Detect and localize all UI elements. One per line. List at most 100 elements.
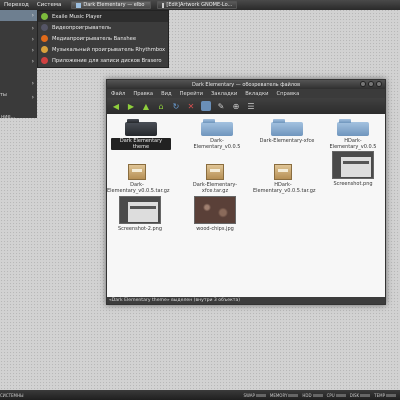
monitor-hdd: HDD [302,393,323,398]
image-thumbnail [332,151,374,179]
folder-icon [76,2,82,8]
task-label: Dark Elementary — elbo [83,2,145,8]
video-player-icon [41,24,48,31]
menu-category[interactable]: › [0,23,37,34]
document-icon [162,2,165,8]
menubar: Файл Правка Вид Перейти Закладки Вкладки… [107,89,385,98]
applications-menu: › › › › › › › ты ние... [0,10,37,120]
menu-item-label: Видеопроигрыватель [52,24,112,31]
menu-item-label: Exaile Music Player [52,13,102,20]
file-item[interactable]: Dark-Elementary_v0.0.5.tar.gz [107,164,170,194]
menu-item-rhythmbox[interactable]: Музыкальный проигрыватель Rhythmbox [38,44,168,55]
menu-bookmarks[interactable]: Закладки [207,91,241,97]
menu-item-video-player[interactable]: Видеопроигрыватель [38,22,168,33]
file-label: Dark-Elementary_v0.0.5 [193,138,241,150]
task-label: [Edit]Artwork GNOME-Lo... [166,2,233,8]
file-label: HDark-Elementary_v0.0.5 [329,138,377,150]
file-item[interactable]: Screenshot.png [323,151,383,187]
monitor-cpu: CPU [327,393,346,398]
rhythmbox-icon [41,46,48,53]
folder-icon [271,119,303,136]
toolbar: ◀ ▶ ▲ ⌂ ↻ ✕ ✎ ⊕ ☰ [107,98,385,114]
menu-navigate[interactable]: Переход [0,2,33,8]
monitor-temp: TEMP [374,393,396,398]
file-item[interactable]: HDark-Elementary_v0.0.5 [323,119,383,150]
computer-icon[interactable] [201,101,211,111]
list-view-icon[interactable]: ☰ [246,101,256,111]
menu-item-label: Медиапроигрыватель Banshee [52,35,137,42]
menu-tabs[interactable]: Вкладки [241,91,272,97]
archive-icon [274,164,292,180]
file-item[interactable]: Dark-Elementary-xfce.tar.gz [185,164,245,194]
bottom-panel: СИСТЕМНЫ SWAP MEMORY HDD CPU DISK TEMP [0,390,400,400]
folder-icon [201,119,233,136]
image-thumbnail [119,196,161,224]
top-panel: Переход Система Dark Elementary — elbo [… [0,0,400,10]
file-label: Dark-Elementary-xfce [259,138,315,144]
menu-label: ты [0,92,7,98]
file-item[interactable]: Dark Elementary theme [111,119,171,150]
file-item[interactable]: wood-chips.jpg [185,196,245,232]
menu-system[interactable]: Система [33,2,66,8]
menu-file[interactable]: Файл [107,91,129,97]
menu-category[interactable]: › [0,78,37,89]
monitor-memory: MEMORY [270,393,299,398]
file-label: Screenshot.png [333,181,373,187]
minimize-icon[interactable] [360,81,366,87]
file-label: wood-chips.jpg [196,226,234,232]
file-label: Dark Elementary theme [111,138,171,150]
menu-go[interactable]: Перейти [176,91,207,97]
edit-icon[interactable]: ✎ [216,101,226,111]
menu-item-exaile[interactable]: Exaile Music Player [38,11,168,22]
window-titlebar[interactable]: Dark Elementary — обозреватель файлов [107,80,385,89]
menu-edit[interactable]: Правка [129,91,157,97]
menu-item-brasero[interactable]: Приложение для записи дисков Brasero [38,55,168,66]
taskbar-button-file-manager[interactable]: Dark Elementary — elbo [71,1,152,9]
file-item[interactable]: Screenshot-2.png [110,196,170,232]
window-title: Dark Elementary — обозреватель файлов [191,81,301,88]
folder-icon [337,119,369,136]
archive-icon [128,164,146,180]
forward-icon[interactable]: ▶ [126,101,136,111]
stop-icon[interactable]: ✕ [186,101,196,111]
menu-item-banshee[interactable]: Медиапроигрыватель Banshee [38,33,168,44]
menu-category-selected[interactable]: › [0,10,37,21]
file-item[interactable]: Dark-Elementary_v0.0.5 [187,119,247,150]
file-label: Dark-Elementary-xfce.tar.gz [192,182,238,194]
menu-item-label: Музыкальный проигрыватель Rhythmbox [52,46,166,53]
file-label: Dark-Elementary_v0.0.5.tar.gz [107,182,170,194]
menu-help[interactable]: Справка [272,91,303,97]
home-icon[interactable]: ⌂ [156,101,166,111]
image-thumbnail [194,196,236,224]
back-icon[interactable]: ◀ [111,101,121,111]
menu-view[interactable]: Вид [157,91,176,97]
menu-item-label: Приложение для записи дисков Brasero [52,57,162,64]
panel-label: СИСТЕМНЫ [0,392,24,398]
brasero-icon [41,57,48,64]
status-bar: «Dark Elementary theme» выделен (внутри … [107,297,385,304]
banshee-icon [41,35,48,42]
zoom-icon[interactable]: ⊕ [231,101,241,111]
monitor-disk: DISK [350,393,371,398]
menu-category[interactable]: › [0,34,37,45]
file-view: Dark Elementary theme Dark-Elementary_v0… [107,114,385,297]
archive-icon [206,164,224,180]
reload-icon[interactable]: ↻ [171,101,181,111]
file-label: HDark-Elementary_v0.0.5.tar.gz [253,182,316,194]
file-item[interactable]: HDark-Elementary_v0.0.5.tar.gz [253,164,316,194]
menu-footer[interactable]: ние... [0,114,15,120]
file-label: Screenshot-2.png [117,226,163,232]
maximize-icon[interactable] [368,81,374,87]
close-icon[interactable] [376,81,382,87]
status-text: «Dark Elementary theme» выделен (внутри … [109,298,241,303]
taskbar-button-edit[interactable]: [Edit]Artwork GNOME-Lo... [157,1,238,9]
folder-icon [125,119,157,136]
monitor-swap: SWAP [243,393,266,398]
menu-category[interactable]: › [0,56,37,67]
exaile-icon [41,13,48,20]
up-icon[interactable]: ▲ [141,101,151,111]
menu-category[interactable]: › [0,45,37,56]
file-manager-window: Dark Elementary — обозреватель файлов Фа… [106,79,386,305]
multimedia-submenu: Exaile Music Player Видеопроигрыватель М… [37,10,169,68]
file-item[interactable]: Dark-Elementary-xfce [257,119,317,144]
